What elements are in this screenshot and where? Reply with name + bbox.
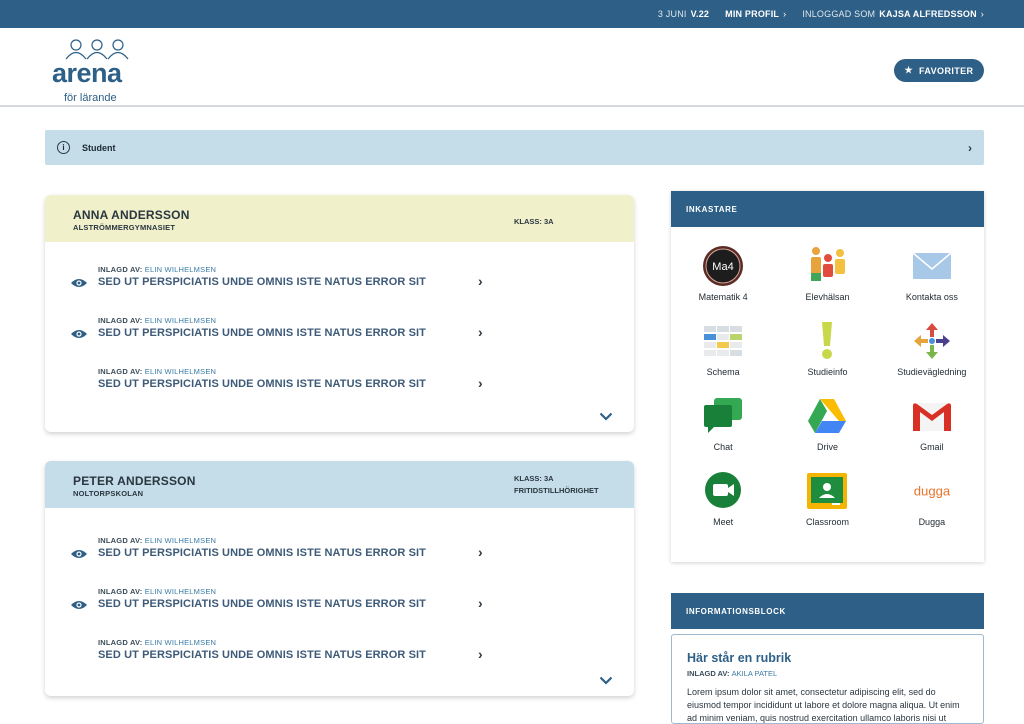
app-tile-meet[interactable]: Meet bbox=[671, 470, 775, 545]
panel-header: INKASTARE bbox=[671, 191, 984, 227]
classroom-icon bbox=[806, 470, 848, 512]
drive-icon bbox=[806, 395, 848, 437]
app-tile-chat[interactable]: Chat bbox=[671, 395, 775, 470]
eye-icon bbox=[71, 279, 87, 287]
app-tile-schema[interactable]: Schema bbox=[671, 320, 775, 395]
student-class: KLASS: 3A FRITIDSTILLHÖRIGHET bbox=[514, 474, 599, 495]
chevron-right-icon: › bbox=[968, 140, 972, 155]
svg-text:Ma4: Ma4 bbox=[712, 261, 733, 273]
arena-logo[interactable]: arena för lärande bbox=[52, 38, 142, 104]
post-item[interactable]: INLAGD AV: ELIN WILHELMSEN SED UT PERSPI… bbox=[45, 365, 634, 416]
app-tile-classroom[interactable]: Classroom bbox=[775, 470, 879, 545]
student-school: NOLTORPSKOLAN bbox=[73, 489, 144, 498]
post-title: SED UT PERSPICIATIS UNDE OMNIS ISTE NATU… bbox=[98, 649, 426, 661]
post-item[interactable]: INLAGD AV: ELIN WILHELMSEN SED UT PERSPI… bbox=[45, 636, 634, 687]
chevron-right-icon: › bbox=[980, 9, 984, 19]
top-bar: 3 JUNI V.22 MIN PROFIL › INLOGGAD SOM KA… bbox=[0, 0, 1024, 28]
post-author: INLAGD AV: ELIN WILHELMSEN bbox=[98, 536, 217, 545]
meet-icon bbox=[702, 470, 744, 512]
panel-header: INFORMATIONSBLOCK bbox=[671, 593, 984, 629]
post-item[interactable]: INLAGD AV: ELIN WILHELMSEN SED UT PERSPI… bbox=[45, 585, 634, 636]
logo-subtitle: för lärande bbox=[64, 92, 117, 104]
post-author: INLAGD AV: ELIN WILHELMSEN bbox=[98, 638, 217, 647]
post-author: INLAGD AV: ELIN WILHELMSEN bbox=[98, 587, 217, 596]
student-name: ANNA ANDERSSON bbox=[73, 208, 190, 222]
chevron-right-icon: › bbox=[478, 544, 483, 560]
date-display: 3 JUNI V.22 bbox=[657, 9, 710, 19]
exclamation-icon bbox=[806, 320, 848, 362]
people-icon bbox=[806, 245, 848, 287]
post-item[interactable]: INLAGD AV: ELIN WILHELMSEN SED UT PERSPI… bbox=[45, 314, 634, 365]
post-title: SED UT PERSPICIATIS UNDE OMNIS ISTE NATU… bbox=[98, 276, 426, 288]
student-school: ALSTRÖMMERGYMNASIET bbox=[73, 223, 176, 232]
app-tile-kontakta[interactable]: Kontakta oss bbox=[880, 245, 984, 320]
inkastare-panel: INKASTARE Ma4 Matematik 4 Elevhälsan Kon… bbox=[671, 191, 984, 562]
eye-icon bbox=[71, 601, 87, 609]
app-tile-elevhalsan[interactable]: Elevhälsan bbox=[775, 245, 879, 320]
eye-icon bbox=[71, 550, 87, 558]
chevron-down-icon[interactable] bbox=[599, 412, 613, 421]
chevron-right-icon: › bbox=[478, 375, 483, 391]
eye-icon bbox=[71, 330, 87, 338]
student-card-header[interactable]: ANNA ANDERSSON ALSTRÖMMERGYMNASIET KLASS… bbox=[45, 195, 634, 242]
post-title: SED UT PERSPICIATIS UNDE OMNIS ISTE NATU… bbox=[98, 378, 426, 390]
chevron-right-icon: › bbox=[478, 646, 483, 662]
favorites-button[interactable]: ★ FAVORITER bbox=[894, 59, 984, 82]
app-tile-drive[interactable]: Drive bbox=[775, 395, 879, 470]
chevron-right-icon: › bbox=[478, 273, 483, 289]
informationsblock-panel: INFORMATIONSBLOCK Här står en rubrik INL… bbox=[671, 593, 984, 724]
info-card[interactable]: Här står en rubrik INLAGD AV: AKILA PATE… bbox=[671, 634, 984, 724]
student-card: PETER ANDERSSON NOLTORPSKOLAN KLASS: 3A F… bbox=[45, 461, 634, 696]
dugga-icon: dugga bbox=[911, 470, 953, 512]
schedule-icon bbox=[702, 320, 744, 362]
arrows-icon bbox=[911, 320, 953, 362]
chevron-down-icon[interactable] bbox=[599, 676, 613, 685]
chevron-right-icon: › bbox=[783, 9, 787, 19]
profile-link[interactable]: MIN PROFIL › bbox=[725, 9, 786, 19]
student-bar[interactable]: i Student › bbox=[45, 130, 984, 165]
chevron-right-icon: › bbox=[478, 324, 483, 340]
post-title: SED UT PERSPICIATIS UNDE OMNIS ISTE NATU… bbox=[98, 598, 426, 610]
envelope-icon bbox=[911, 245, 953, 287]
post-author: INLAGD AV: ELIN WILHELMSEN bbox=[98, 367, 217, 376]
gmail-icon bbox=[911, 395, 953, 437]
app-tile-matematik[interactable]: Ma4 Matematik 4 bbox=[671, 245, 775, 320]
header: arena för lärande ★ FAVORITER bbox=[0, 28, 1024, 107]
post-title: SED UT PERSPICIATIS UNDE OMNIS ISTE NATU… bbox=[98, 327, 426, 339]
svg-text:dugga: dugga bbox=[914, 483, 951, 498]
info-heading: Här står en rubrik bbox=[687, 651, 792, 665]
post-item[interactable]: INLAGD AV: ELIN WILHELMSEN SED UT PERSPI… bbox=[45, 263, 634, 314]
app-tile-gmail[interactable]: Gmail bbox=[880, 395, 984, 470]
chat-icon bbox=[702, 395, 744, 437]
post-author: INLAGD AV: ELIN WILHELMSEN bbox=[98, 265, 217, 274]
info-author: INLAGD AV: AKILA PATEL bbox=[687, 669, 778, 678]
star-icon: ★ bbox=[904, 65, 914, 75]
people-logo-icon bbox=[65, 39, 129, 60]
student-card: ANNA ANDERSSON ALSTRÖMMERGYMNASIET KLASS… bbox=[45, 195, 634, 432]
ma4-icon: Ma4 bbox=[702, 245, 744, 287]
app-tile-studievagledning[interactable]: Studievägledning bbox=[880, 320, 984, 395]
student-name: PETER ANDERSSON bbox=[73, 474, 196, 488]
student-card-header[interactable]: PETER ANDERSSON NOLTORPSKOLAN KLASS: 3A F… bbox=[45, 461, 634, 508]
app-tile-studieinfo[interactable]: Studieinfo bbox=[775, 320, 879, 395]
post-item[interactable]: INLAGD AV: ELIN WILHELMSEN SED UT PERSPI… bbox=[45, 534, 634, 585]
chevron-right-icon: › bbox=[478, 595, 483, 611]
app-tile-dugga[interactable]: dugga Dugga bbox=[880, 470, 984, 545]
logged-in-link[interactable]: INLOGGAD SOM KAJSA ALFREDSSON › bbox=[802, 9, 984, 19]
post-author: INLAGD AV: ELIN WILHELMSEN bbox=[98, 316, 217, 325]
info-text: Lorem ipsum dolor sit amet, consectetur … bbox=[687, 687, 960, 723]
student-bar-label: Student bbox=[82, 142, 116, 153]
logo-wordmark: arena bbox=[52, 58, 122, 88]
post-title: SED UT PERSPICIATIS UNDE OMNIS ISTE NATU… bbox=[98, 547, 426, 559]
student-class: KLASS: 3A bbox=[514, 217, 554, 226]
info-icon: i bbox=[57, 141, 70, 154]
